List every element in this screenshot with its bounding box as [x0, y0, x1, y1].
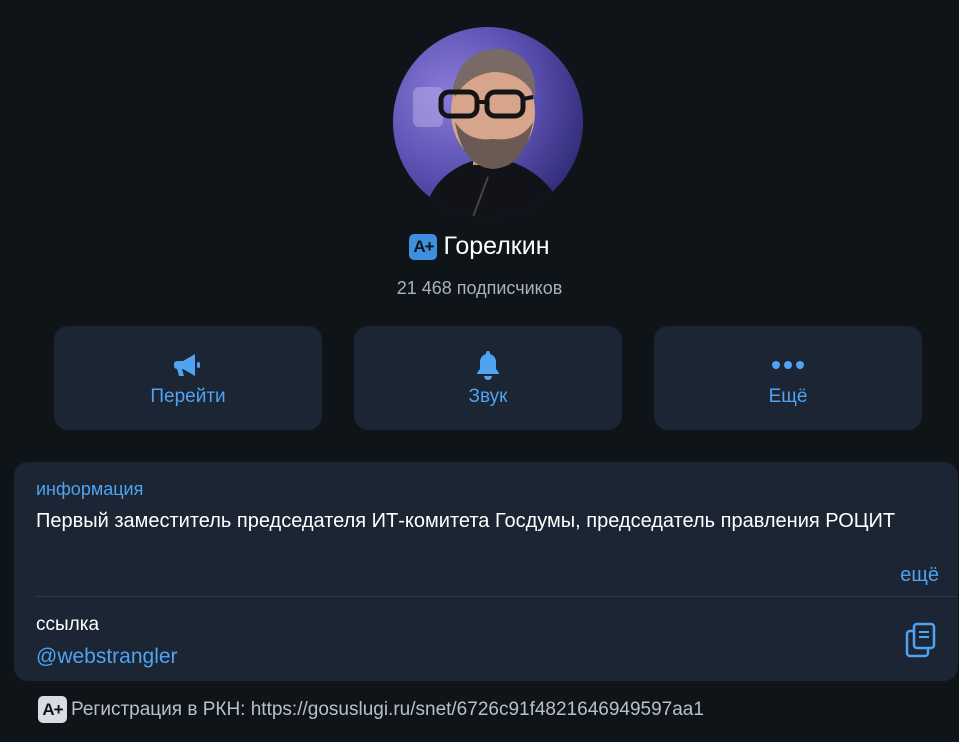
- channel-link[interactable]: @webstrangler: [36, 645, 178, 669]
- copy-icon[interactable]: [904, 622, 938, 658]
- bell-icon: [473, 348, 503, 382]
- sound-button[interactable]: Звук: [354, 326, 622, 430]
- info-card: информация Первый заместитель председате…: [14, 462, 958, 681]
- avatar-photo: [393, 27, 583, 217]
- registration-text: Регистрация в РКН: https://gosuslugi.ru/…: [71, 698, 704, 720]
- link-label: ссылка: [36, 614, 100, 635]
- info-title: информация: [36, 479, 144, 499]
- open-channel-label: Перейти: [150, 386, 226, 407]
- info-more-link[interactable]: ещё: [900, 564, 939, 587]
- more-icon: [770, 348, 806, 382]
- channel-title: A+ Горелкин: [0, 232, 959, 261]
- avatar[interactable]: [393, 27, 583, 217]
- megaphone-icon: [173, 348, 203, 382]
- open-channel-button[interactable]: Перейти: [54, 326, 322, 430]
- more-label: Ещё: [768, 386, 808, 407]
- channel-name: Горелкин: [443, 232, 550, 260]
- info-description: Первый заместитель председателя ИТ-комит…: [36, 510, 896, 532]
- footer-badge: A+: [38, 696, 67, 723]
- subscriber-count: 21 468 подписчиков: [396, 278, 563, 298]
- more-button[interactable]: Ещё: [654, 326, 922, 430]
- sound-label: Звук: [468, 386, 508, 407]
- channel-badge: A+: [409, 233, 438, 260]
- divider: [36, 596, 958, 597]
- registration-footer: A+ Регистрация в РКН: https://gosuslugi.…: [38, 696, 704, 723]
- channel-profile-page: A+ Горелкин 21 468 подписчиков Перейти З…: [0, 0, 959, 742]
